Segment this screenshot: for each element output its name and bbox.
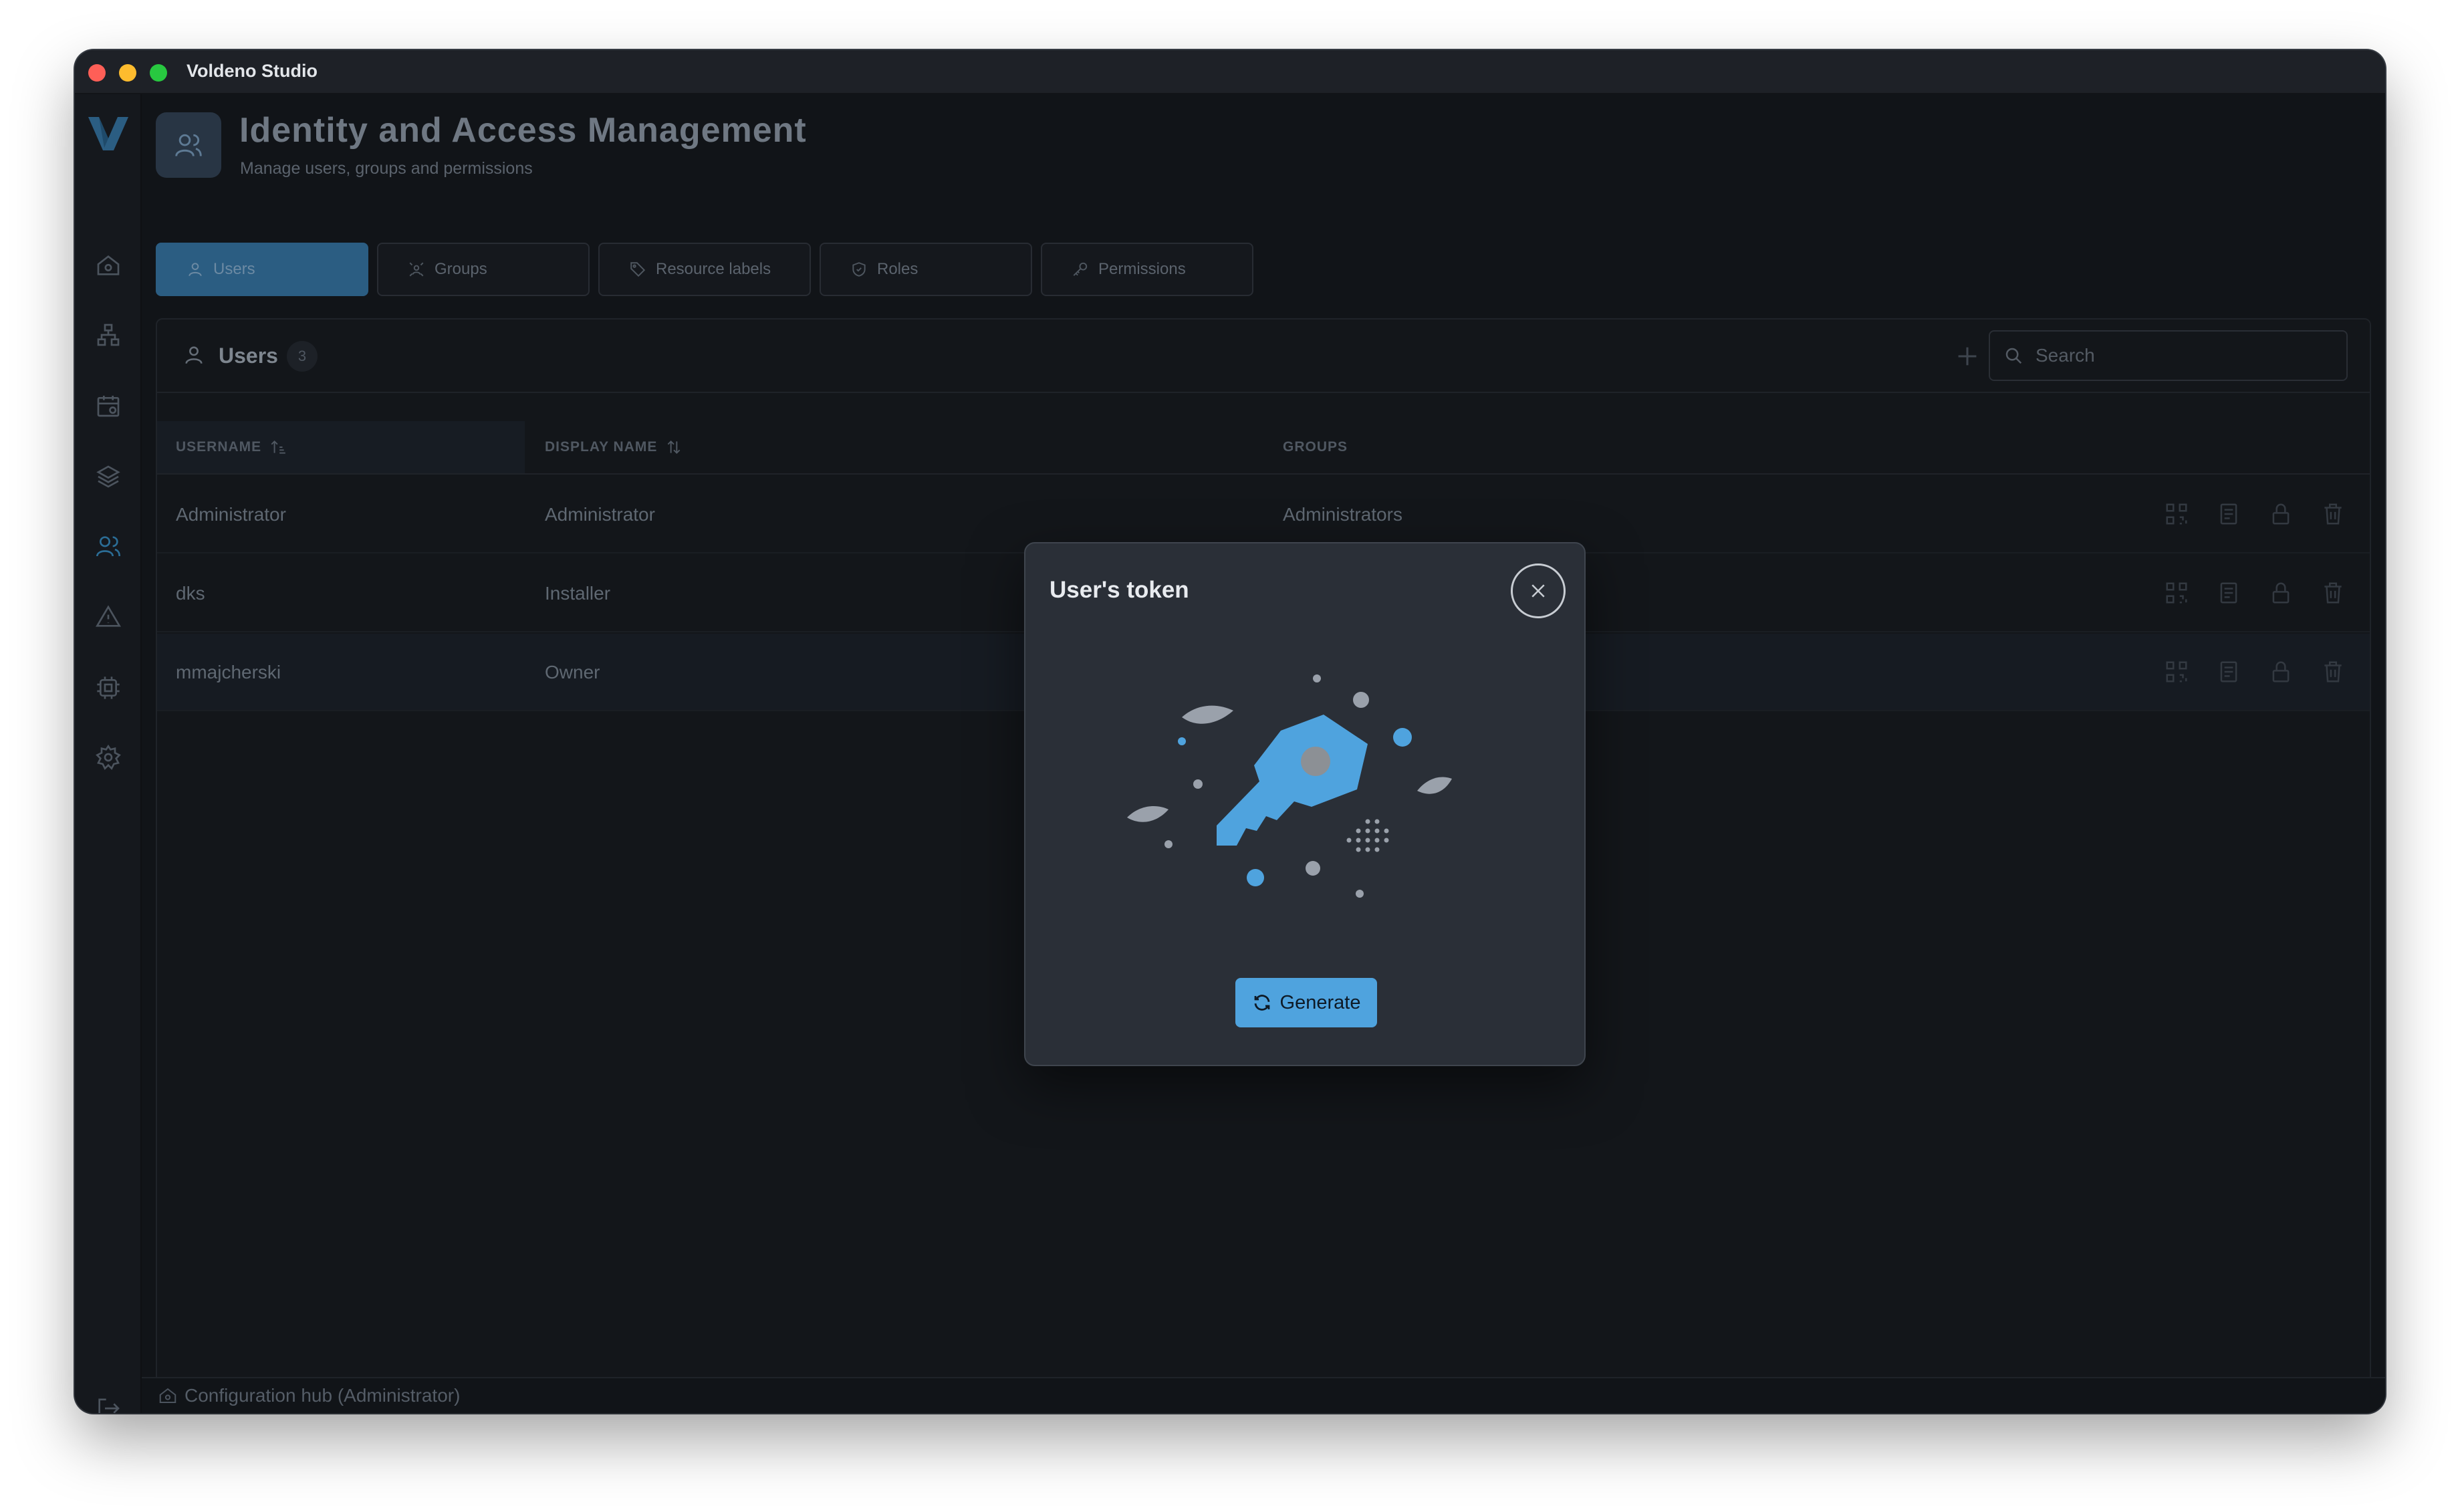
close-icon — [1531, 584, 1545, 598]
refresh-icon — [1254, 995, 1269, 1011]
generate-token-button[interactable]: Generate — [1235, 978, 1377, 1027]
key-illustration-icon — [1127, 674, 1452, 898]
modal-overlay: User's token Generate — [75, 50, 2385, 1413]
dialog-title: User's token — [1050, 577, 1189, 603]
users-token-dialog: User's token Generate — [1024, 542, 1586, 1066]
app-window: Voldeno Studio Identity and Access Manag… — [75, 50, 2385, 1413]
generate-button-label: Generate — [1279, 991, 1361, 1013]
close-dialog-button[interactable] — [1511, 563, 1566, 618]
